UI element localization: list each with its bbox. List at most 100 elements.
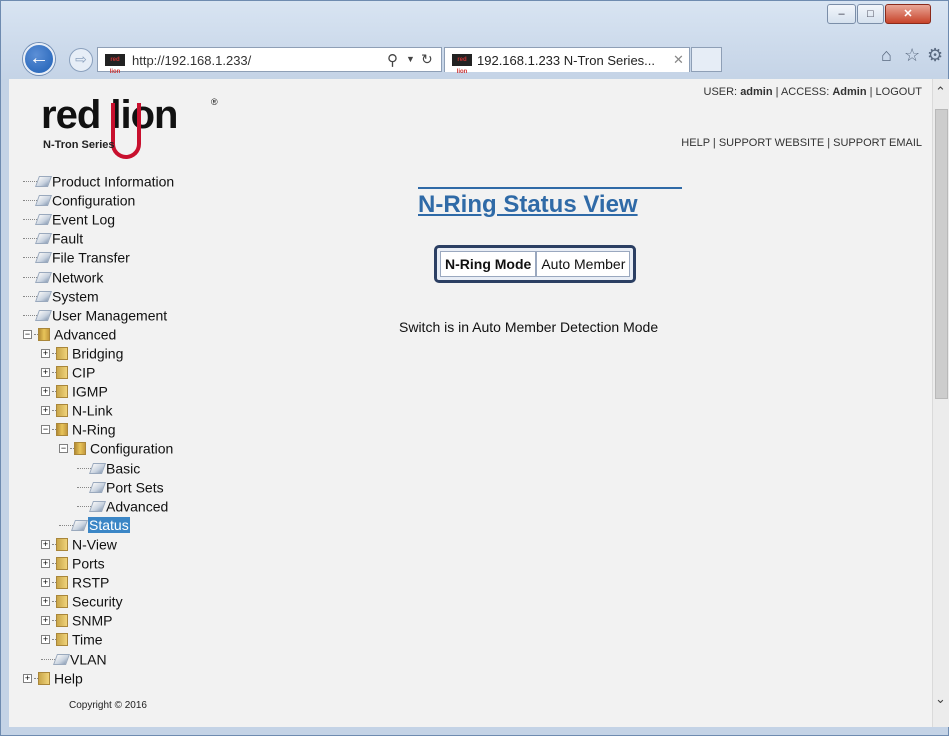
- support-email-link[interactable]: SUPPORT EMAIL: [833, 137, 922, 149]
- tree-item-label[interactable]: Fault: [52, 230, 83, 246]
- close-window-button[interactable]: ✕: [885, 4, 931, 24]
- tree-item-label[interactable]: N-Link: [72, 402, 112, 418]
- address-bar[interactable]: red lion http://192.168.1.233/ ⚲ ▼ ↻: [97, 47, 442, 75]
- tree-item-network[interactable]: Network: [23, 267, 103, 285]
- tree-connector: [23, 314, 37, 316]
- favorites-star-icon[interactable]: ☆: [904, 45, 920, 66]
- expand-icon[interactable]: +: [41, 596, 50, 606]
- tree-item-ports[interactable]: + Ports: [41, 553, 105, 571]
- expand-icon[interactable]: +: [41, 405, 50, 415]
- tree-item-bridging[interactable]: + Bridging: [41, 343, 123, 361]
- tree-item-igmp[interactable]: + IGMP: [41, 381, 108, 399]
- collapse-icon[interactable]: −: [41, 424, 50, 434]
- expand-icon[interactable]: +: [41, 386, 50, 396]
- expand-icon[interactable]: +: [41, 577, 50, 587]
- url-text[interactable]: http://192.168.1.233/: [132, 53, 251, 68]
- tree-item-label[interactable]: User Management: [52, 307, 167, 323]
- expand-icon[interactable]: +: [41, 539, 50, 549]
- scroll-down-icon[interactable]: ⌄: [935, 691, 946, 707]
- tree-item-time[interactable]: + Time: [41, 629, 103, 647]
- tree-item-event-log[interactable]: Event Log: [23, 209, 115, 227]
- tree-item-advanced[interactable]: − Advanced: [23, 324, 116, 342]
- expand-icon[interactable]: +: [41, 615, 50, 625]
- folder-icon: [56, 537, 68, 551]
- tree-item-configuration[interactable]: − Configuration: [59, 438, 173, 456]
- collapse-icon[interactable]: −: [59, 443, 68, 453]
- separator: |: [775, 86, 779, 98]
- tree-item-label[interactable]: Network: [52, 269, 103, 285]
- tree-item-label[interactable]: N-Ring: [72, 421, 116, 437]
- close-tab-icon[interactable]: ✕: [673, 52, 684, 68]
- tree-item-label[interactable]: Configuration: [90, 440, 173, 456]
- tree-item-snmp[interactable]: + SNMP: [41, 610, 112, 628]
- tree-item-label[interactable]: Event Log: [52, 211, 115, 227]
- tree-item-rstp[interactable]: + RSTP: [41, 572, 109, 590]
- separator: |: [869, 86, 873, 98]
- tree-item-file-transfer[interactable]: File Transfer: [23, 247, 130, 265]
- tree-item-label[interactable]: Product Information: [52, 173, 174, 189]
- tree-item-label[interactable]: SNMP: [72, 612, 112, 628]
- back-button[interactable]: ←: [23, 43, 55, 75]
- tree-item-label[interactable]: System: [52, 288, 99, 304]
- tree-item-status[interactable]: Status: [59, 515, 130, 534]
- support-website-link[interactable]: SUPPORT WEBSITE: [719, 137, 824, 149]
- browser-tab[interactable]: red lion 192.168.1.233 N-Tron Series... …: [444, 47, 690, 75]
- tree-item-system[interactable]: System: [23, 286, 99, 304]
- tree-item-label[interactable]: IGMP: [72, 383, 108, 399]
- tree-item-label[interactable]: Status: [88, 517, 130, 534]
- tree-item-advanced[interactable]: Advanced: [77, 496, 168, 514]
- page-icon: [34, 194, 53, 206]
- vertical-scrollbar[interactable]: ⌃ ⌄: [932, 79, 949, 727]
- tree-item-n-link[interactable]: + N-Link: [41, 400, 112, 418]
- tab-title[interactable]: 192.168.1.233 N-Tron Series...: [477, 53, 655, 68]
- search-icon[interactable]: ⚲: [387, 51, 398, 69]
- tree-item-basic[interactable]: Basic: [77, 458, 140, 476]
- forward-button[interactable]: ⇨: [69, 48, 93, 72]
- expand-icon[interactable]: +: [23, 673, 32, 683]
- scroll-thumb[interactable]: [935, 109, 948, 399]
- tree-item-product-information[interactable]: Product Information: [23, 171, 174, 189]
- chevron-down-icon[interactable]: ▼: [406, 54, 415, 64]
- tree-item-label[interactable]: Configuration: [52, 192, 135, 208]
- tree-item-security[interactable]: + Security: [41, 591, 123, 609]
- tree-item-user-management[interactable]: User Management: [23, 305, 167, 323]
- tree-item-label[interactable]: Help: [54, 670, 83, 686]
- tree-item-label[interactable]: Advanced: [54, 326, 116, 342]
- tree-item-label[interactable]: Security: [72, 593, 123, 609]
- tree-item-n-view[interactable]: + N-View: [41, 534, 117, 552]
- gear-icon[interactable]: ⚙: [927, 45, 943, 66]
- expand-icon[interactable]: +: [41, 558, 50, 568]
- tree-item-label[interactable]: CIP: [72, 364, 95, 380]
- user-name: admin: [740, 86, 773, 98]
- tree-item-label[interactable]: N-View: [72, 536, 117, 552]
- tree-item-label[interactable]: Basic: [106, 460, 140, 476]
- help-link[interactable]: HELP: [681, 137, 710, 149]
- tree-item-port-sets[interactable]: Port Sets: [77, 477, 164, 495]
- collapse-icon[interactable]: −: [23, 329, 32, 339]
- tree-item-fault[interactable]: Fault: [23, 228, 83, 246]
- tree-item-label[interactable]: Ports: [72, 555, 105, 571]
- scroll-up-icon[interactable]: ⌃: [935, 84, 946, 100]
- expand-icon[interactable]: +: [41, 348, 50, 358]
- expand-icon[interactable]: +: [41, 367, 50, 377]
- tree-item-n-ring[interactable]: − N-Ring: [41, 419, 116, 437]
- tree-item-label[interactable]: Port Sets: [106, 479, 164, 495]
- tree-item-label[interactable]: Advanced: [106, 498, 168, 514]
- new-tab-button[interactable]: [691, 47, 722, 72]
- tree-item-label[interactable]: VLAN: [70, 651, 107, 667]
- minimize-button[interactable]: –: [827, 4, 856, 24]
- expand-icon[interactable]: +: [41, 634, 50, 644]
- logout-link[interactable]: LOGOUT: [876, 86, 922, 98]
- maximize-button[interactable]: □: [857, 4, 884, 24]
- tree-item-configuration[interactable]: Configuration: [23, 190, 135, 208]
- home-icon[interactable]: ⌂: [881, 45, 892, 66]
- tree-item-label[interactable]: File Transfer: [52, 249, 130, 265]
- tree-item-vlan[interactable]: VLAN: [41, 649, 107, 667]
- tree-item-label[interactable]: Time: [72, 631, 103, 647]
- tree-item-label[interactable]: Bridging: [72, 345, 123, 361]
- tree-item-help[interactable]: + Help: [23, 668, 83, 686]
- tree-item-label[interactable]: RSTP: [72, 574, 109, 590]
- tree-item-cip[interactable]: + CIP: [41, 362, 95, 380]
- page-icon: [34, 232, 53, 244]
- refresh-icon[interactable]: ↻: [421, 51, 433, 68]
